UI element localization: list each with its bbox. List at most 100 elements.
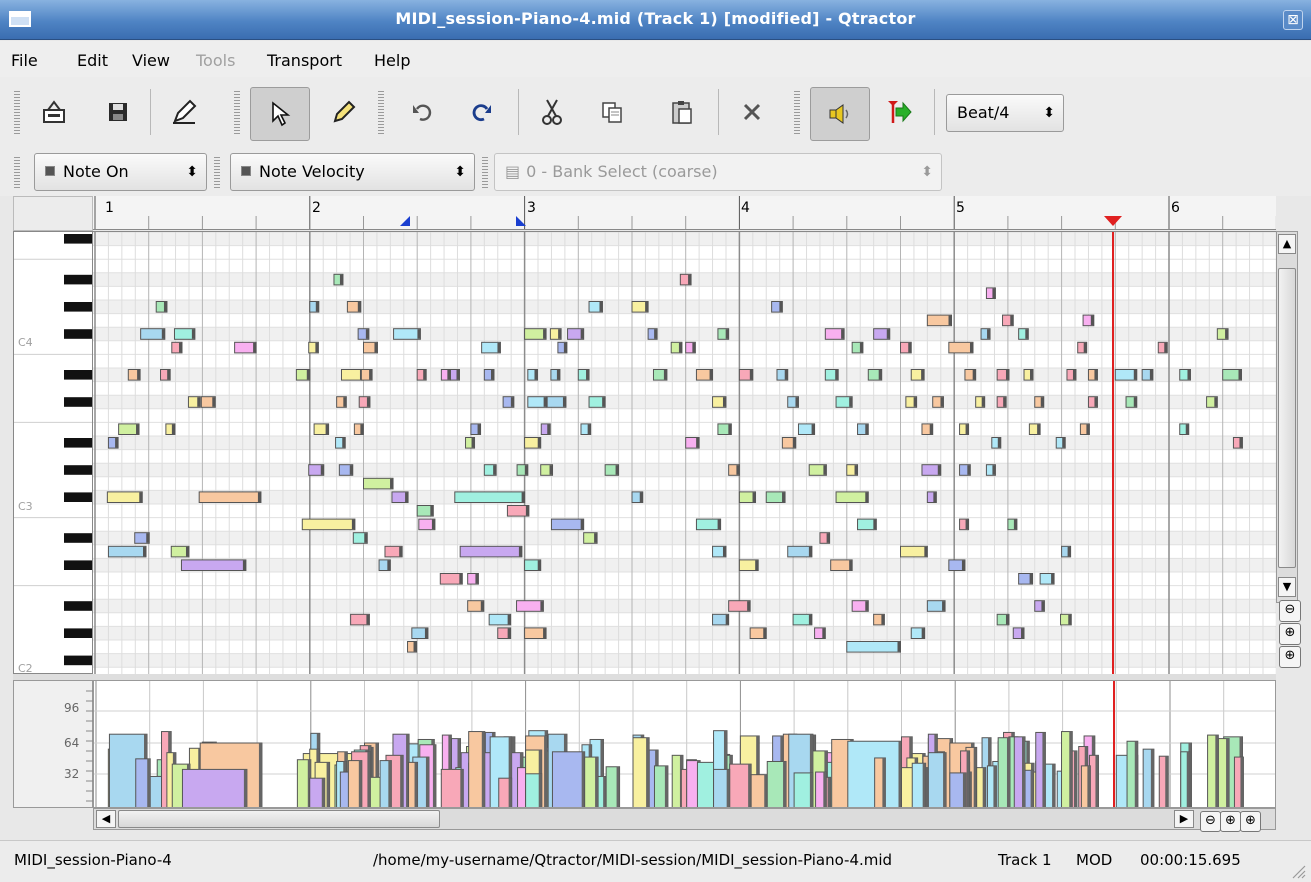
piano-keyboard[interactable]: C4 C3 C2 [13, 231, 93, 674]
scroll-right-button[interactable]: ▶ [1174, 810, 1194, 828]
menu-file[interactable]: File [11, 51, 38, 70]
undo-icon[interactable] [394, 84, 450, 140]
note-event-edge [1133, 370, 1137, 380]
note-event-edge [257, 492, 261, 502]
toolbar-grip[interactable] [234, 89, 240, 135]
zoom-out-horizontal-icon[interactable]: ⊖ [1200, 811, 1221, 832]
note-event [118, 423, 140, 435]
properties-icon[interactable] [26, 84, 82, 140]
snap-combo[interactable]: Beat/4 ⬍ [946, 94, 1064, 132]
note-event-edge [725, 329, 729, 339]
key-row [93, 232, 1276, 246]
note-event-edge [580, 519, 584, 530]
zoom-reset-vertical-icon[interactable]: ⊕ [1279, 623, 1301, 645]
scroll-left-button[interactable]: ◀ [96, 810, 116, 828]
velocity-bar-edge [1052, 764, 1056, 807]
note-event-edge [1003, 397, 1007, 407]
velocity-label-64: 64 [64, 736, 80, 750]
note-event-edge [306, 370, 310, 380]
time-ruler[interactable]: 1 2 3 4 5 6 [93, 196, 1276, 230]
vertical-scrollbar[interactable]: ▲ ▼ [1276, 231, 1298, 603]
scroll-down-button[interactable]: ▼ [1278, 577, 1296, 597]
velocity-bar-edge [1073, 750, 1077, 807]
note-event-edge [136, 424, 140, 434]
cut-icon[interactable] [524, 84, 580, 140]
event-param-combo[interactable]: Note Velocity ⬍ [230, 153, 475, 191]
note-event-edge [881, 614, 885, 625]
resize-grip-icon[interactable] [1290, 863, 1306, 879]
key-row [93, 327, 1276, 341]
note-event-edge [755, 560, 759, 570]
paste-icon[interactable] [654, 84, 710, 140]
follow-playhead-icon[interactable] [870, 84, 926, 140]
menu-help[interactable]: Help [374, 51, 410, 70]
menu-view[interactable]: View [132, 51, 170, 70]
velocity-bar-edge [809, 772, 813, 807]
note-event-edge [1010, 315, 1014, 326]
event-type-value: Note On [63, 162, 129, 181]
zoom-reset-horizontal-icon[interactable]: ⊕ [1220, 811, 1241, 832]
piano-keys[interactable] [14, 232, 93, 674]
copy-icon[interactable] [584, 84, 640, 140]
horizontal-scroll-thumb[interactable] [118, 810, 440, 828]
note-event-edge [1090, 315, 1094, 326]
key-row [93, 245, 1276, 260]
edit-icon[interactable] [156, 84, 212, 140]
controller-combo[interactable]: ▤ 0 - Bank Select (coarse) ⬍ [494, 153, 942, 191]
note-event-edge [878, 370, 882, 380]
toolbar-grip[interactable] [214, 155, 220, 189]
window-titlebar[interactable]: MIDI_session-Piano-4.mid (Track 1) [modi… [0, 0, 1311, 40]
velocity-panel[interactable] [93, 680, 1276, 808]
velocity-bars[interactable] [94, 681, 1276, 808]
toolbar-grip[interactable] [378, 89, 384, 135]
select-pointer-icon[interactable] [250, 87, 310, 141]
key-row [93, 517, 1276, 532]
toolbar-grip[interactable] [14, 89, 20, 135]
note-grid[interactable] [93, 232, 1276, 674]
note-event-edge [965, 424, 969, 434]
loop-end-marker[interactable] [516, 216, 526, 226]
zoom-in-vertical-icon[interactable]: ⊕ [1279, 646, 1301, 668]
snap-combo-value: Beat/4 [957, 103, 1010, 122]
velocity-bar [551, 751, 586, 807]
note-event-edge [822, 628, 826, 638]
playhead-marker[interactable] [1104, 216, 1122, 228]
event-param-value: Note Velocity [259, 162, 365, 181]
redo-icon[interactable] [454, 84, 510, 140]
toolbar-grip[interactable] [14, 155, 20, 189]
velocity-bar-edge [1095, 755, 1099, 807]
audition-speaker-icon[interactable] [810, 87, 870, 141]
key-row [93, 354, 1276, 368]
note-event-edge [343, 397, 347, 407]
menu-tools[interactable]: Tools [196, 51, 235, 70]
toolbar-grip[interactable] [794, 89, 800, 135]
zoom-in-horizontal-icon[interactable]: ⊕ [1240, 811, 1261, 832]
menu-transport[interactable]: Transport [267, 51, 342, 70]
note-event-edge [784, 370, 788, 380]
toolbar-grip[interactable] [482, 155, 488, 189]
note-event-edge [763, 628, 767, 638]
note-event-edge [782, 492, 786, 502]
menu-edit[interactable]: Edit [77, 51, 108, 70]
toolbar-separator [934, 89, 935, 135]
scroll-up-button[interactable]: ▲ [1278, 234, 1296, 254]
piano-roll-canvas[interactable] [93, 231, 1276, 674]
delete-icon[interactable] [724, 84, 780, 140]
save-icon[interactable] [90, 84, 146, 140]
note-event-edge [185, 546, 189, 557]
vertical-scroll-thumb[interactable] [1278, 268, 1296, 568]
black-key [64, 492, 92, 502]
draw-pencil-icon[interactable] [316, 84, 372, 140]
status-bar: MIDI_session-Piano-4 /home/my-username/Q… [0, 840, 1311, 882]
black-key [64, 628, 92, 638]
note-event-edge [992, 465, 996, 475]
note-event-edge [342, 438, 346, 448]
note-event-edge [167, 370, 171, 380]
key-row [93, 558, 1276, 572]
note-event-edge [387, 560, 391, 570]
loop-start-marker[interactable] [400, 216, 410, 226]
event-type-combo[interactable]: Note On ⬍ [34, 153, 207, 191]
horizontal-scrollbar[interactable]: ◀ ▶ [93, 808, 1276, 830]
close-window-button[interactable]: ⊠ [1283, 10, 1303, 30]
zoom-out-vertical-icon[interactable]: ⊖ [1279, 600, 1301, 622]
